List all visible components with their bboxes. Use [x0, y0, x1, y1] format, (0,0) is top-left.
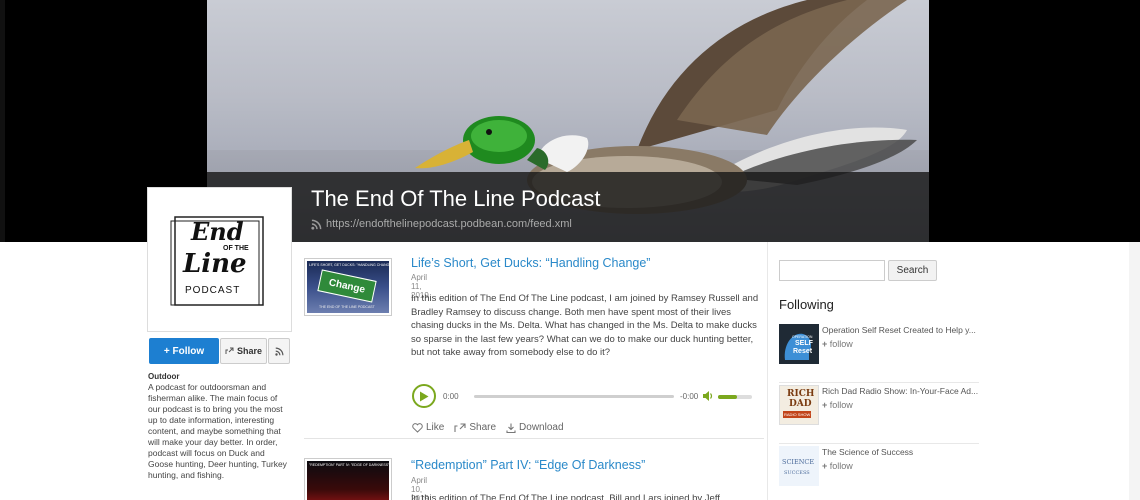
download-icon: [506, 423, 516, 433]
following-divider: [779, 382, 979, 383]
following-follow-label: follow: [829, 461, 853, 471]
thumb-sign-text: Change: [327, 276, 367, 296]
download-button[interactable]: Download: [506, 422, 564, 433]
thumb-text-2: SUCCESS: [784, 470, 810, 476]
thumb-text-3: Reset: [793, 348, 813, 355]
following-thumbnail[interactable]: OPERATION SELF Reset: [779, 324, 819, 364]
logo-artwork: End OF THE Line PODCAST: [169, 213, 269, 309]
following-heading: Following: [779, 297, 834, 312]
audio-player: 0:00 -0:00: [412, 384, 762, 408]
logo-line3: Line: [183, 249, 247, 279]
sidebar-divider: [767, 242, 768, 500]
thumb-text-1: RICH: [787, 389, 815, 399]
play-icon: [420, 391, 429, 401]
following-item[interactable]: OPERATION SELF Reset Operation Self Rese…: [779, 324, 980, 383]
following-name[interactable]: Operation Self Reset Created to Help y..…: [822, 325, 980, 335]
podcast-logo: End OF THE Line PODCAST: [148, 188, 291, 331]
share-button[interactable]: Share: [220, 338, 267, 364]
episode-thumb-art: LIFE'S SHORT, GET DUCKS: "HANDLING CHANG…: [307, 261, 389, 313]
following-item[interactable]: SCIENCE SUCCESS The Science of Success +…: [779, 446, 979, 498]
share-icon: [225, 347, 234, 354]
following-divider: [779, 443, 979, 444]
thumb-sign: Change: [317, 269, 377, 303]
thumb-text-3: RADIO SHOW: [783, 411, 812, 418]
volume-level: [718, 395, 737, 399]
thumb-text-1: OPERATION: [792, 335, 813, 339]
rss-icon: [311, 219, 322, 230]
page-gutter: [1129, 242, 1140, 500]
time-remaining: -0:00: [680, 392, 699, 401]
episode-divider: [304, 438, 764, 439]
following-name[interactable]: The Science of Success: [822, 447, 980, 457]
podcast-description: A podcast for outdoorsman and fisherman …: [148, 382, 287, 480]
share-label: Share: [236, 346, 262, 356]
play-button[interactable]: [412, 384, 436, 408]
feed-url[interactable]: https://endofthelinepodcast.podbean.com/…: [326, 218, 572, 230]
following-thumbnail[interactable]: SCIENCE SUCCESS: [779, 446, 819, 486]
heart-icon: [412, 422, 423, 433]
following-follow-button[interactable]: + follow: [822, 461, 853, 471]
search-input[interactable]: [779, 260, 885, 281]
thumb-caption: LIFE'S SHORT, GET DUCKS: "HANDLING CHANG…: [309, 263, 389, 267]
rss-button[interactable]: [268, 338, 290, 364]
rss-icon: [274, 347, 283, 356]
following-follow-button[interactable]: + follow: [822, 339, 853, 349]
podcast-title: The End Of The Line Podcast: [311, 186, 601, 211]
following-item[interactable]: RICH DAD RADIO SHOW Rich Dad Radio Show:…: [779, 385, 980, 444]
episode-title[interactable]: Life’s Short, Get Ducks: “Handling Chang…: [411, 256, 650, 270]
like-button[interactable]: Like: [412, 422, 444, 433]
episode-thumbnail[interactable]: LIFE'S SHORT, GET DUCKS: "HANDLING CHANG…: [304, 258, 392, 316]
episode-thumbnail[interactable]: "REDEMPTION" PART IV: "EDGE OF DARKNESS": [304, 458, 392, 500]
episode-description: In this edition of The End Of The Line p…: [411, 493, 720, 500]
following-follow-label: follow: [829, 400, 853, 410]
following-name[interactable]: Rich Dad Radio Show: In-Your-Face Ad...: [822, 386, 980, 396]
like-label: Like: [426, 422, 445, 433]
download-label: Download: [519, 422, 564, 433]
share-label: Share: [469, 422, 497, 433]
search-button[interactable]: Search: [888, 260, 937, 281]
episode-title[interactable]: “Redemption” Part IV: “Edge Of Darkness”: [411, 458, 645, 472]
thumb-text-1: SCIENCE: [782, 458, 815, 466]
thumb-caption: "REDEMPTION" PART IV: "EDGE OF DARKNESS": [309, 463, 389, 467]
time-elapsed: 0:00: [443, 392, 459, 401]
podcast-category[interactable]: Outdoor: [148, 372, 180, 381]
hero-edge: [0, 0, 5, 242]
logo-line1: End: [191, 217, 244, 246]
thumb-text-2: DAD: [789, 399, 812, 409]
episode-actions: Like Share Download: [412, 422, 564, 433]
follow-button[interactable]: + Follow: [149, 338, 219, 364]
following-follow-label: follow: [829, 339, 853, 349]
progress-track[interactable]: [474, 395, 674, 398]
episode-description: In this edition of The End Of The Line p…: [411, 293, 759, 358]
episode-thumb-art: "REDEMPTION" PART IV: "EDGE OF DARKNESS": [307, 461, 389, 500]
episode-share-button[interactable]: Share: [454, 422, 496, 433]
thumb-text-2: SELF: [795, 340, 813, 347]
feed-url-line[interactable]: https://endofthelinepodcast.podbean.com/…: [311, 218, 572, 230]
volume-slider[interactable]: [718, 395, 752, 399]
volume-icon[interactable]: [702, 390, 714, 402]
thumb-footer: THE END OF THE LINE PODCAST: [319, 305, 375, 309]
following-follow-button[interactable]: + follow: [822, 400, 853, 410]
following-thumbnail[interactable]: RICH DAD RADIO SHOW: [779, 385, 819, 425]
share-icon: [454, 422, 466, 432]
logo-line4: PODCAST: [185, 285, 241, 296]
